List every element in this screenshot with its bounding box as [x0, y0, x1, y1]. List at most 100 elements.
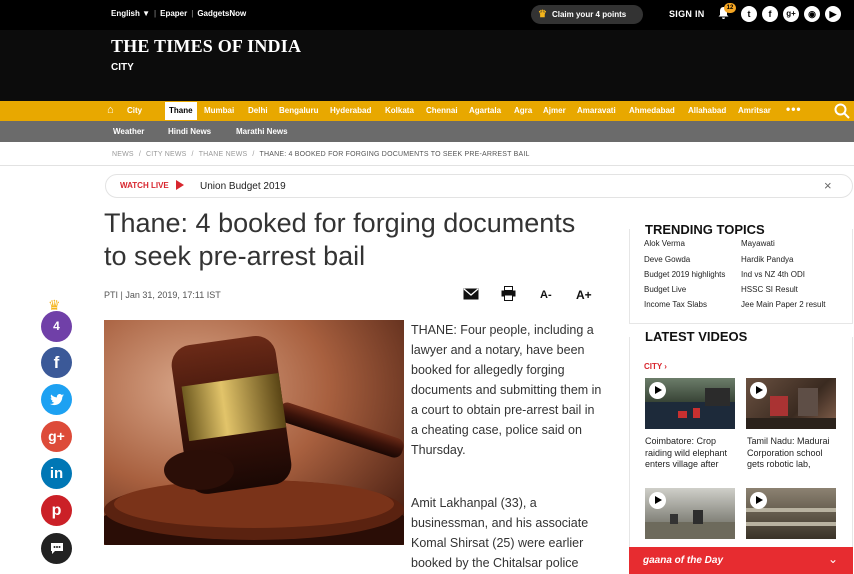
subnav-item-marathi-news[interactable]: Marathi News [236, 127, 288, 136]
close-icon[interactable]: × [824, 178, 832, 193]
facebook-share-button[interactable]: f [41, 347, 72, 378]
video-thumbnail[interactable] [746, 378, 836, 429]
play-icon [750, 382, 767, 399]
nav-item[interactable]: Kolkata [385, 106, 414, 115]
trending-link[interactable]: Alok Verma [644, 239, 685, 248]
breadcrumb-separator: / [252, 151, 255, 158]
divider: | [191, 9, 194, 18]
epaper-link[interactable]: Epaper [160, 9, 187, 18]
site-logo[interactable]: THE TIMES OF INDIA [111, 36, 301, 57]
trending-link[interactable]: Jee Main Paper 2 result [741, 300, 826, 309]
play-icon [176, 180, 184, 190]
gaana-label: gaana of the Day [643, 555, 724, 566]
watch-live-topic[interactable]: Union Budget 2019 [200, 181, 286, 192]
nav-item[interactable]: Mumbai [204, 106, 234, 115]
rss-icon[interactable]: ◉ [804, 6, 820, 22]
twitter-icon[interactable]: t [741, 6, 757, 22]
breadcrumb-item[interactable]: CITY NEWS [146, 151, 187, 158]
claim-points-button[interactable]: ♛ Claim your 4 points [531, 5, 643, 24]
trending-link[interactable]: Income Tax Slabs [644, 300, 707, 309]
font-increase-button[interactable]: A+ [576, 288, 592, 304]
nav-item-city[interactable]: City [127, 106, 142, 115]
city-nav: ⌂ City Thane Mumbai Delhi Bengaluru Hyde… [0, 101, 854, 121]
google-plus-icon[interactable]: g+ [783, 6, 799, 22]
gaana-song-of-day-bar[interactable]: gaana of the Day ⌄ [629, 547, 853, 574]
google-plus-icon: g+ [48, 428, 65, 444]
print-icon[interactable] [501, 286, 516, 302]
nav-item-thane[interactable]: Thane [165, 102, 197, 120]
chevron-down-icon[interactable]: ⌄ [828, 552, 838, 566]
watch-live-bar[interactable]: WATCH LIVE Union Budget 2019 × [105, 174, 853, 198]
nav-item[interactable]: Hyderabad [330, 106, 371, 115]
trending-link[interactable]: Budget Live [644, 285, 686, 294]
facebook-icon[interactable]: f [762, 6, 778, 22]
trending-link[interactable]: Ind vs NZ 4th ODI [741, 270, 805, 279]
google-plus-share-button[interactable]: g+ [41, 421, 72, 452]
comment-icon [50, 543, 63, 554]
latest-videos-title: LATEST VIDEOS [643, 329, 750, 344]
nav-item[interactable]: Ahmedabad [629, 106, 675, 115]
trending-link[interactable]: Budget 2019 highlights [644, 270, 725, 279]
linkedin-icon: in [49, 465, 64, 482]
video-thumbnail[interactable] [746, 488, 836, 539]
subnav-item-hindi-news[interactable]: Hindi News [168, 127, 211, 136]
nav-item[interactable]: Amritsar [738, 106, 771, 115]
watch-live-label: WATCH LIVE [120, 181, 169, 190]
twitter-share-button[interactable] [41, 384, 72, 415]
sign-in-link[interactable]: SIGN IN [669, 9, 705, 19]
youtube-icon[interactable]: ▶ [825, 6, 841, 22]
trending-link[interactable]: Deve Gowda [644, 255, 690, 264]
pinterest-share-button[interactable]: p [41, 495, 72, 526]
nav-item[interactable]: Agartala [469, 106, 501, 115]
breadcrumb-separator: / [138, 151, 141, 158]
email-icon[interactable] [463, 288, 479, 304]
videos-city-link[interactable]: CITY › [644, 362, 667, 371]
comment-button[interactable] [41, 533, 72, 564]
trending-link[interactable]: Hardik Pandya [741, 255, 793, 264]
twitter-icon [49, 394, 64, 406]
play-icon [649, 492, 666, 509]
font-decrease-button[interactable]: A- [540, 289, 552, 305]
play-icon [649, 382, 666, 399]
article-paragraph: Amit Lakhanpal (33), a businessman, and … [411, 496, 589, 570]
search-icon[interactable] [833, 102, 851, 120]
trending-link[interactable]: Mayawati [741, 239, 775, 248]
video-thumbnail[interactable] [645, 378, 735, 429]
article-paragraph: THANE: Four people, including a lawyer a… [411, 323, 602, 457]
gadgets-now-link[interactable]: GadgetsNow [197, 9, 246, 18]
nav-item[interactable]: Allahabad [688, 106, 726, 115]
section-label[interactable]: CITY [111, 62, 134, 73]
subnav-item-weather[interactable]: Weather [113, 127, 144, 136]
video-thumbnail[interactable] [645, 488, 735, 539]
divider [0, 165, 854, 166]
breadcrumb-item[interactable]: NEWS [112, 151, 134, 158]
nav-item[interactable]: Delhi [248, 106, 268, 115]
masthead: THE TIMES OF INDIA CITY [0, 30, 854, 101]
video-caption[interactable]: Coimbatore: Crop raiding wild elephant e… [645, 436, 740, 471]
claim-points-label: Claim your 4 points [551, 10, 627, 19]
points-badge[interactable]: 4 [41, 311, 72, 342]
sub-nav: Weather Hindi News Marathi News [0, 121, 854, 142]
trending-link[interactable]: HSSC SI Result [741, 285, 798, 294]
nav-item[interactable]: Chennai [426, 106, 458, 115]
facebook-icon: f [53, 353, 60, 372]
article-headline: Thane: 4 booked for forging documents to… [104, 208, 576, 271]
nav-item[interactable]: Bengaluru [279, 106, 319, 115]
breadcrumb: NEWS / CITY NEWS / THANE NEWS / THANE: 4 BO… [112, 151, 530, 158]
video-caption[interactable]: Tamil Nadu: Madurai Corporation school g… [747, 436, 842, 471]
nav-item[interactable]: Amaravati [577, 106, 616, 115]
linkedin-share-button[interactable]: in [41, 458, 72, 489]
play-icon [750, 492, 767, 509]
trending-topics-title: TRENDING TOPICS [643, 222, 767, 237]
nav-item[interactable]: Ajmer [543, 106, 566, 115]
language-select[interactable]: English ▼ [111, 9, 150, 18]
article-byline: PTI | Jan 31, 2019, 17:11 IST [104, 290, 221, 300]
nav-item[interactable]: Agra [514, 106, 532, 115]
notification-bell-icon[interactable]: 12 [717, 3, 736, 22]
breadcrumb-item[interactable]: THANE NEWS [199, 151, 248, 158]
more-menu-icon[interactable]: ••• [786, 102, 802, 116]
divider: | [154, 9, 157, 18]
top-bar: English ▼ | Epaper | GadgetsNow ♛ Claim … [0, 0, 854, 30]
home-icon[interactable]: ⌂ [107, 104, 114, 116]
breadcrumb-current: THANE: 4 BOOKED FOR FORGING DOCUMENTS TO… [259, 151, 530, 158]
